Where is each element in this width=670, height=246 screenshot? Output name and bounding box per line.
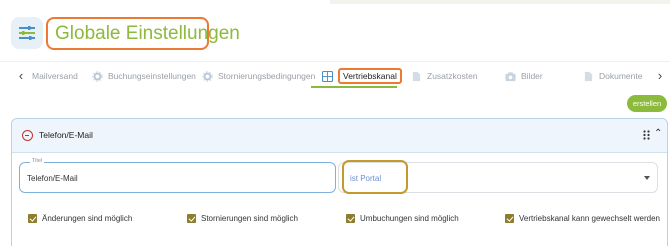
checkbox-checked-icon[interactable]: [187, 214, 196, 223]
create-button[interactable]: erstellen: [627, 95, 667, 112]
title-field[interactable]: Titel: [19, 158, 336, 193]
document-icon: [412, 71, 421, 81]
checkbox-checked-icon[interactable]: [346, 214, 355, 223]
portal-select[interactable]: ist Portal: [338, 160, 658, 194]
checkbox-label: Änderungen sind möglich: [42, 214, 133, 223]
active-tab-indicator: [311, 86, 397, 88]
checkbox-stornierungen[interactable]: Stornierungen sind möglich: [187, 212, 298, 225]
tab-label: Stornierungsbedingungen: [218, 71, 316, 81]
checkbox-label: Umbuchungen sind möglich: [360, 214, 459, 223]
tab-dokumente[interactable]: Dokumente: [583, 62, 642, 90]
checkbox-label: Vertriebskanal kann gewechselt werden: [519, 214, 660, 223]
tab-label: Vertriebskanal: [338, 68, 402, 84]
tab-label: Buchungseinstellungen: [108, 71, 196, 81]
checkbox-umbuchungen[interactable]: Umbuchungen sind möglich: [346, 212, 459, 225]
tab-zusatzkosten[interactable]: Zusatzkosten: [411, 62, 478, 90]
portal-select-placeholder: ist Portal: [350, 174, 382, 183]
tab-bilder[interactable]: Bilder: [505, 62, 543, 90]
gear-icon: [202, 70, 213, 82]
caret-down-icon[interactable]: [644, 176, 650, 180]
panel-title: Telefon/E-Mail: [39, 130, 93, 140]
checkbox-checked-icon[interactable]: [505, 214, 514, 223]
tab-label: Mailversand: [32, 71, 78, 81]
chevron-up-icon[interactable]: ⌃: [654, 128, 662, 139]
camera-icon: [505, 71, 516, 81]
gear-icon: [92, 70, 103, 82]
checkbox-checked-icon[interactable]: [28, 214, 37, 223]
document-icon: [584, 71, 593, 81]
chevron-right-icon[interactable]: ›: [653, 69, 667, 83]
checkbox-label: Stornierungen sind möglich: [201, 214, 298, 223]
checkbox-aenderungen[interactable]: Änderungen sind möglich: [28, 212, 132, 225]
tab-buchungseinstellungen[interactable]: Buchungseinstellungen: [92, 62, 196, 90]
minus-circle-icon[interactable]: [22, 130, 33, 141]
tab-label: Zusatzkosten: [427, 71, 478, 81]
title-field-legend: Titel: [30, 158, 45, 164]
page-title: Globale Einstellungen: [46, 17, 240, 50]
tab-label: Bilder: [521, 71, 543, 81]
top-bar-accent: [330, 0, 670, 4]
tab-stornierungsbedingungen[interactable]: Stornierungsbedingungen: [202, 62, 315, 90]
panel-header[interactable]: Telefon/E-Mail ⌃: [12, 119, 667, 153]
drag-handle-icon[interactable]: [643, 130, 650, 140]
chevron-left-icon[interactable]: ‹: [14, 69, 28, 83]
tab-mailversand[interactable]: Mailversand: [32, 62, 78, 90]
sliders-icon[interactable]: [11, 17, 43, 49]
title-input[interactable]: [27, 174, 317, 183]
grid-icon: [322, 70, 333, 82]
tab-label: Dokumente: [599, 71, 643, 81]
checkbox-vertriebskanal-wechsel[interactable]: Vertriebskanal kann gewechselt werden: [505, 212, 660, 225]
